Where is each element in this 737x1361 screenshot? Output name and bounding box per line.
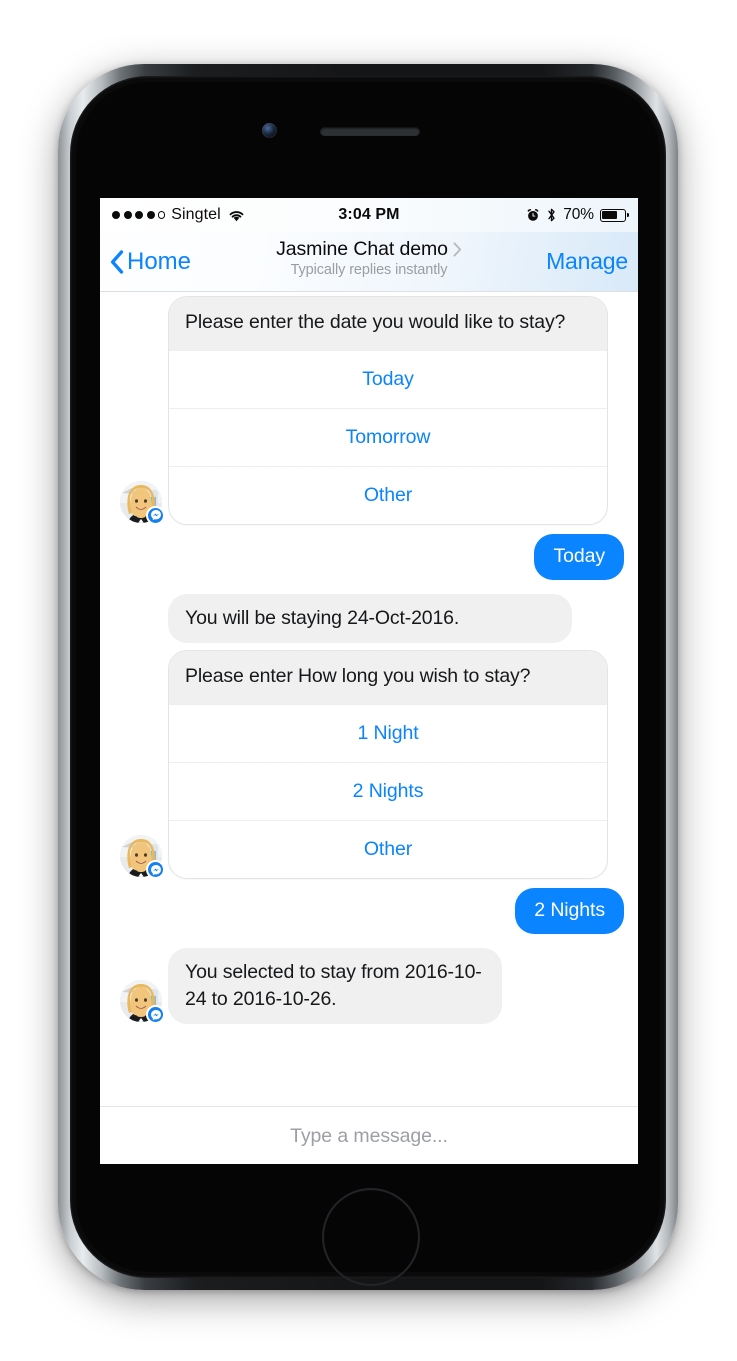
- conversation-title: Jasmine Chat demo: [276, 238, 448, 260]
- message-row-reply-nights: 2 Nights: [100, 888, 638, 935]
- bot-message-stack: You will be staying 24-Oct-2016. Please …: [168, 594, 608, 880]
- status-bar: Singtel 3:04 PM 70%: [100, 198, 638, 232]
- navigation-bar: Home Jasmine Chat demo Typically replies…: [100, 232, 638, 292]
- card-option-other[interactable]: Other: [169, 820, 607, 878]
- status-bar-right: 70%: [526, 206, 629, 224]
- back-button-label: Home: [127, 247, 192, 275]
- avatar: [120, 980, 165, 1025]
- chevron-right-icon: [453, 242, 462, 257]
- avatar-slot: [114, 980, 168, 1025]
- alarm-clock-icon: [527, 208, 539, 221]
- card-question: Please enter the date you would like to …: [169, 297, 607, 350]
- battery-icon: [600, 208, 629, 222]
- conversation-title-button[interactable]: Jasmine Chat demo: [276, 238, 462, 261]
- message-composer: [100, 1106, 638, 1164]
- battery-percent-label: 70%: [563, 206, 594, 223]
- back-to-home-button[interactable]: Home: [110, 248, 191, 276]
- front-camera-icon: [262, 123, 277, 138]
- phone-screen: Singtel 3:04 PM 70% Home Jasmine Chat de…: [100, 198, 638, 1164]
- messenger-badge-icon: [146, 1005, 165, 1025]
- card-question: Please enter How long you wish to stay?: [169, 651, 607, 705]
- message-row-reply-today: Today: [100, 533, 638, 581]
- avatar: [120, 835, 165, 880]
- avatar-slot: [114, 835, 168, 880]
- outgoing-message-bubble: Today: [534, 533, 624, 581]
- card-option-tomorrow[interactable]: Tomorrow: [169, 407, 607, 466]
- outgoing-message-bubble: 2 Nights: [515, 888, 624, 935]
- earpiece-speaker: [320, 127, 420, 136]
- bluetooth-icon: [548, 208, 555, 222]
- messenger-badge-icon: [146, 860, 165, 880]
- messenger-badge-icon: [146, 505, 165, 525]
- message-input[interactable]: [124, 1123, 614, 1149]
- card-option-2-nights[interactable]: 2 Nights: [169, 762, 607, 820]
- card-option-today[interactable]: Today: [169, 349, 607, 408]
- avatar-slot: [114, 480, 168, 525]
- incoming-message-bubble-stay-confirm: You selected to stay from 2016-10-24 to …: [168, 948, 502, 1025]
- message-thread[interactable]: Please enter the date you would like to …: [100, 292, 638, 1106]
- incoming-message-bubble-date-confirm: You will be staying 24-Oct-2016.: [168, 594, 572, 644]
- chevron-left-icon: [110, 249, 124, 274]
- quick-reply-card-date: Please enter the date you would like to …: [168, 296, 608, 525]
- avatar: [120, 480, 165, 525]
- card-option-1-night[interactable]: 1 Night: [169, 704, 607, 762]
- message-row-date-card: Please enter the date you would like to …: [100, 296, 638, 525]
- card-option-other[interactable]: Other: [169, 465, 607, 524]
- quick-reply-card-nights: Please enter How long you wish to stay? …: [168, 650, 608, 880]
- manage-button[interactable]: Manage: [546, 248, 628, 275]
- message-row-stay-confirm: You selected to stay from 2016-10-24 to …: [100, 948, 638, 1025]
- screenshot-stage: Singtel 3:04 PM 70% Home Jasmine Chat de…: [0, 0, 737, 1361]
- home-button[interactable]: [322, 1188, 420, 1286]
- message-row-nights-group: You will be staying 24-Oct-2016. Please …: [100, 594, 638, 880]
